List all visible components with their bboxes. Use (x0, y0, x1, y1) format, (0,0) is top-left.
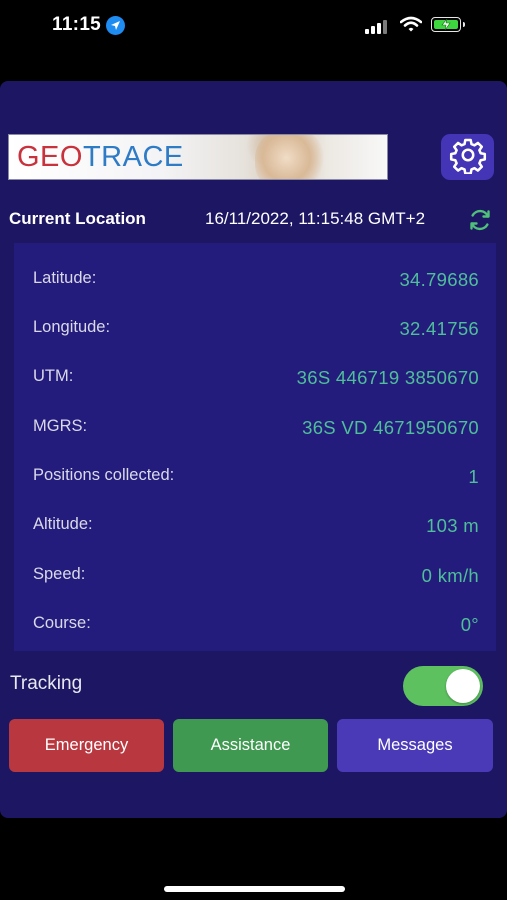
speed-value: 0 km/h (421, 565, 479, 586)
mgrs-label: MGRS: (33, 417, 88, 435)
positions-collected-label: Positions collected: (33, 466, 175, 484)
wifi-icon (399, 16, 423, 37)
longitude-row: Longitude: 32.41756 (33, 318, 479, 342)
utm-label: UTM: (33, 367, 74, 385)
current-location-header: Current Location 16/11/2022, 11:15:48 GM… (9, 209, 499, 231)
logo-text-trace: TRACE (82, 141, 184, 173)
app-panel: GEOTRACE Current Location 16/11/2022, 11… (0, 81, 507, 818)
utm-row: UTM: 36S 446719 3850670 (33, 367, 479, 391)
status-bar: 11:15 (0, 0, 507, 54)
latitude-value: 34.79686 (399, 269, 479, 290)
longitude-value: 32.41756 (399, 318, 479, 339)
positions-collected-row: Positions collected: 1 (33, 466, 479, 490)
logo-text-geo: GEO (17, 141, 83, 173)
location-info-card: Latitude: 34.79686 Longitude: 32.41756 U… (14, 243, 496, 651)
tracking-label: Tracking (10, 673, 83, 694)
cellular-signal-icon (365, 20, 391, 34)
current-location-title: Current Location (9, 209, 146, 228)
settings-button[interactable] (441, 134, 494, 180)
assistance-button[interactable]: Assistance (173, 719, 328, 772)
geotrace-logo: GEOTRACE (8, 134, 388, 180)
mgrs-value: 36S VD 4671950670 (302, 417, 479, 438)
location-timestamp: 16/11/2022, 11:15:48 GMT+2 (205, 209, 426, 228)
messages-button[interactable]: Messages (337, 719, 493, 772)
refresh-icon[interactable] (468, 208, 492, 237)
altitude-label: Altitude: (33, 515, 93, 533)
utm-value: 36S 446719 3850670 (296, 367, 479, 388)
speed-row: Speed: 0 km/h (33, 565, 479, 589)
speed-label: Speed: (33, 565, 86, 583)
altitude-row: Altitude: 103 m (33, 515, 479, 539)
toggle-knob (446, 669, 480, 703)
status-time: 11:15 (52, 14, 102, 35)
location-arrow-icon (106, 16, 125, 35)
gear-icon (449, 136, 487, 179)
latitude-row: Latitude: 34.79686 (33, 269, 479, 293)
emergency-button[interactable]: Emergency (9, 719, 164, 772)
course-row: Course: 0° (33, 614, 479, 638)
positions-collected-value: 1 (468, 466, 479, 487)
course-value: 0° (460, 614, 479, 635)
mgrs-row: MGRS: 36S VD 4671950670 (33, 417, 479, 441)
tracking-toggle[interactable] (403, 666, 483, 706)
longitude-label: Longitude: (33, 318, 111, 336)
home-indicator[interactable] (164, 886, 345, 892)
battery-icon (431, 17, 465, 32)
latitude-label: Latitude: (33, 269, 97, 287)
altitude-value: 103 m (426, 515, 479, 536)
course-label: Course: (33, 614, 91, 632)
